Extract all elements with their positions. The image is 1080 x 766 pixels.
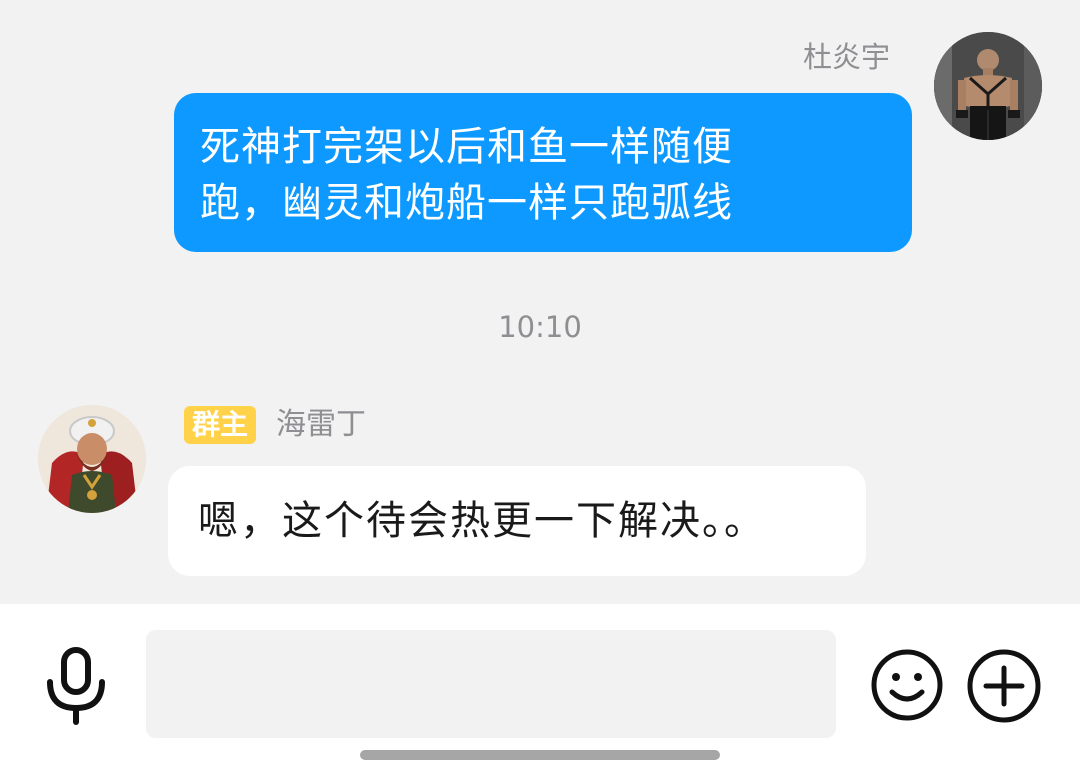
outgoing-sender-avatar[interactable]	[934, 32, 1042, 140]
message-input-bar	[0, 604, 1080, 766]
avatar-image	[38, 405, 146, 513]
smiley-face-icon	[871, 649, 943, 721]
message-timestamp: 10:10	[498, 310, 582, 344]
voice-input-button[interactable]	[40, 646, 112, 726]
outgoing-message-line-2: 跑，幽灵和炮船一样只跑弧线	[200, 180, 733, 226]
outgoing-message-bubble[interactable]: 死神打完架以后和鱼一样随便 跑，幽灵和炮船一样只跑弧线	[174, 93, 912, 252]
group-owner-badge: 群主	[184, 406, 257, 444]
microphone-icon	[47, 647, 105, 725]
incoming-sender-avatar[interactable]	[38, 405, 146, 513]
message-text-input[interactable]	[146, 630, 836, 738]
outgoing-message-line-1: 死神打完架以后和鱼一样随便	[200, 124, 733, 170]
plus-circle-icon	[967, 649, 1041, 723]
emoji-button[interactable]	[870, 648, 944, 722]
avatar-image	[934, 32, 1042, 140]
incoming-message-bubble[interactable]: 嗯，这个待会热更一下解决。。	[168, 466, 866, 576]
incoming-sender-name: 海雷丁	[276, 407, 366, 442]
more-options-button[interactable]	[966, 648, 1042, 724]
home-indicator-bar[interactable]	[360, 750, 720, 760]
outgoing-sender-name: 杜炎宇	[802, 40, 890, 74]
chat-message-area[interactable]: 杜炎宇 死神打完架以后和鱼一样随便 跑，幽灵和炮船一样只跑弧线 10:10 群主…	[0, 0, 1080, 604]
